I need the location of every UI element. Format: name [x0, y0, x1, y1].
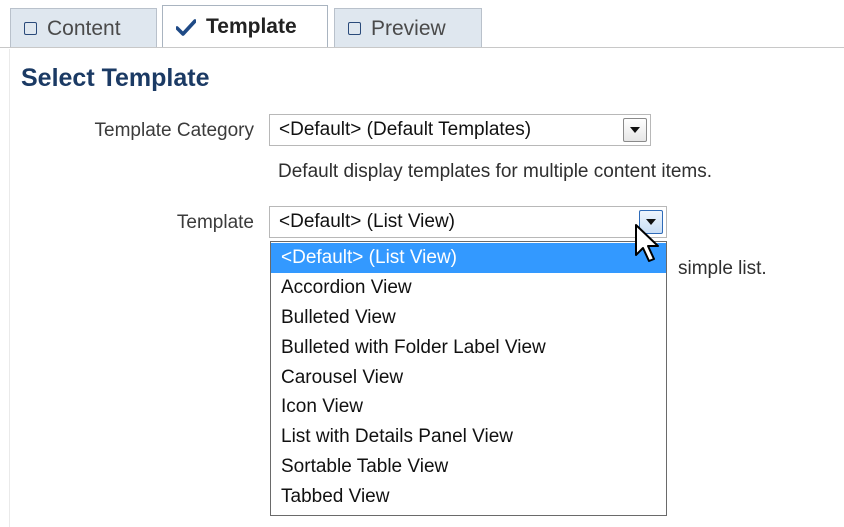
tab-baseline [0, 47, 844, 48]
tab-content-label: Content [47, 16, 121, 40]
template-category-value: <Default> (Default Templates) [279, 119, 532, 140]
section-title: Select Template [21, 64, 210, 92]
template-option[interactable]: Bulleted with Folder Label View [271, 333, 666, 363]
template-select[interactable]: <Default> (List View) [269, 206, 667, 238]
template-category-label: Template Category [94, 120, 254, 141]
template-dropdown-list[interactable]: <Default> (List View) Accordion View Bul… [270, 241, 667, 516]
template-option[interactable]: Icon View [271, 392, 666, 422]
template-option[interactable]: Bulleted View [271, 303, 666, 333]
tab-strip: Content Template Preview [0, 0, 844, 49]
tab-preview-label: Preview [371, 16, 446, 40]
template-option[interactable]: <Default> (List View) [271, 243, 666, 273]
template-value: <Default> (List View) [279, 211, 456, 232]
chevron-down-icon [630, 127, 640, 133]
panel-border [9, 49, 10, 527]
template-option[interactable]: List with Details Panel View [271, 422, 666, 452]
template-option[interactable]: Sortable Table View [271, 452, 666, 482]
template-category-select[interactable]: <Default> (Default Templates) [269, 114, 651, 146]
tab-template[interactable]: Template [162, 5, 328, 49]
checkmark-icon [176, 18, 196, 36]
template-option[interactable]: Tabbed View [271, 482, 666, 512]
tab-template-label: Template [206, 15, 297, 38]
chevron-down-icon [646, 219, 656, 225]
template-option[interactable]: Carousel View [271, 363, 666, 393]
template-label: Template [176, 212, 254, 233]
template-description: simple list. [678, 258, 767, 279]
template-category-dropdown-button[interactable] [623, 118, 647, 142]
template-option[interactable]: Accordion View [271, 273, 666, 303]
tab-content[interactable]: Content [10, 8, 157, 48]
template-category-description: Default display templates for multiple c… [278, 161, 713, 182]
checkbox-empty-icon [24, 22, 37, 35]
tab-preview[interactable]: Preview [334, 8, 482, 48]
template-dropdown-button[interactable] [639, 210, 663, 234]
checkbox-empty-icon [348, 22, 361, 35]
